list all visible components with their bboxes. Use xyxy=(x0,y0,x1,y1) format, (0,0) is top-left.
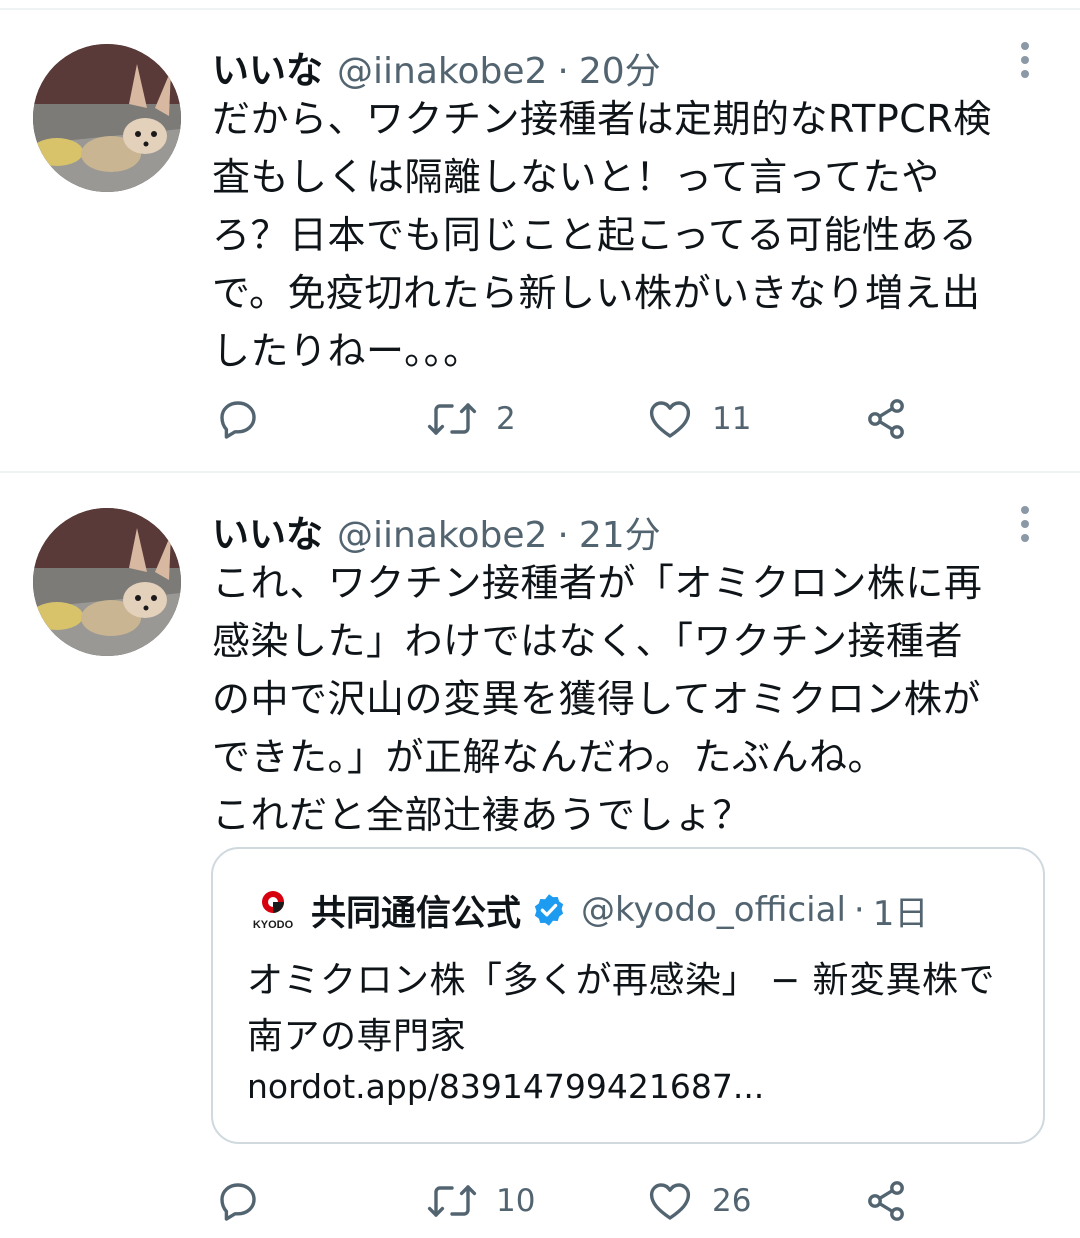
retweet-button[interactable]: 10 xyxy=(426,1176,535,1226)
reply-button[interactable] xyxy=(214,1176,262,1226)
share-icon xyxy=(868,1181,904,1221)
avatar[interactable] xyxy=(33,508,181,656)
quoted-tweet[interactable]: KYODO 共同通信公式 @kyodo_official · 1日 オミクロン株… xyxy=(211,847,1045,1144)
quoted-timestamp[interactable]: 1日 xyxy=(873,886,929,935)
tweet-header: いいな @iinakobe2 · 21分 xyxy=(212,504,661,556)
kyodo-logo-icon: KYODO xyxy=(247,888,299,932)
share-button[interactable] xyxy=(862,1176,910,1226)
retweet-icon xyxy=(427,1185,477,1217)
separator-dot: · xyxy=(853,890,865,930)
tweet-text: これ、ワクチン接種者が「オミクロン株に再 感染した」わけではなく、「ワクチン接種… xyxy=(212,561,983,837)
more-options-icon[interactable] xyxy=(1012,506,1038,550)
like-button[interactable]: 26 xyxy=(646,1176,751,1226)
like-count: 26 xyxy=(712,1183,752,1219)
retweet-count: 10 xyxy=(496,1183,536,1219)
tweet-actions: 10 26 xyxy=(212,1176,972,1226)
timestamp[interactable]: 21分 xyxy=(579,506,661,558)
verified-badge-icon xyxy=(534,894,564,926)
quoted-display-name[interactable]: 共同通信公式 xyxy=(311,885,521,936)
tweet-2[interactable]: いいな @iinakobe2 · 21分 これ、ワクチン接種者が「オミクロン株に… xyxy=(0,0,1080,1238)
quoted-tweet-link[interactable]: nordot.app/83914799421687... xyxy=(247,1067,764,1106)
quoted-tweet-header: KYODO 共同通信公式 @kyodo_official · 1日 xyxy=(247,885,929,936)
kyodo-logo-text: KYODO xyxy=(253,919,294,931)
display-name[interactable]: いいな xyxy=(212,504,323,558)
quoted-tweet-text: オミクロン株「多くが再感染」 − 新変異株で南アの専門家 xyxy=(247,960,996,1057)
heart-icon xyxy=(649,1183,691,1220)
quoted-user-handle[interactable]: @kyodo_official xyxy=(581,890,846,930)
user-handle[interactable]: @iinakobe2 xyxy=(337,515,547,556)
separator-dot: · xyxy=(557,515,569,556)
reply-icon xyxy=(220,1183,256,1221)
